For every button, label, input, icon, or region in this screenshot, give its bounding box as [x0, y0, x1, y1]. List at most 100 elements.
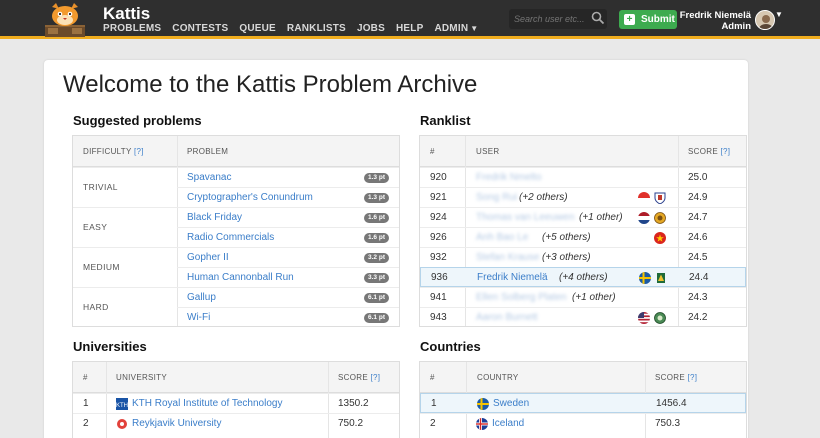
problem-row: Human Cannonball Run 3.3 pt — [177, 267, 399, 287]
user-link[interactable]: Stefan Krause — [476, 252, 539, 263]
search-icon[interactable] — [591, 11, 605, 25]
ranklist-row: 920 Fredrik Nmelto 25.0 — [420, 167, 746, 187]
difficulty-label: TRIVIAL — [83, 182, 118, 192]
col-score: SCORE [?] — [655, 373, 697, 382]
problem-row: Spavanac 1.3 pt — [177, 167, 399, 187]
university-seal-icon — [654, 212, 666, 224]
iceland-flag-icon — [476, 418, 488, 430]
ranklist-row: 926 Anh Bao Le (+5 others) 24.6 — [420, 227, 746, 247]
nav-ranklists[interactable]: RANKLISTS — [287, 23, 346, 34]
difficulty-group: EASY — [73, 207, 177, 247]
user-link[interactable]: Fredrik Nmelto — [476, 172, 542, 183]
problem-row: Wi-Fi 6.1 pt — [177, 307, 399, 326]
difficulty-label: HARD — [83, 302, 109, 312]
points-badge: 1.6 pt — [364, 213, 389, 223]
nav-queue[interactable]: QUEUE — [239, 23, 276, 34]
svg-text:KTH: KTH — [116, 403, 128, 409]
submit-button[interactable]: + Submit — [619, 10, 677, 29]
score-cell: 24.6 — [688, 232, 708, 243]
suggested-problems-heading: Suggested problems — [73, 113, 202, 128]
problem-row: Cryptographer's Conundrum 1.3 pt — [177, 187, 399, 207]
user-link[interactable]: Aaron Burnett — [476, 312, 538, 323]
col-score: SCORE [?] — [688, 147, 730, 156]
points-badge: 1.3 pt — [364, 193, 389, 203]
user-role: Admin — [721, 21, 751, 32]
help-link[interactable]: [?] — [370, 373, 380, 382]
points-badge: 3.2 pt — [364, 253, 389, 263]
netherlands-flag-icon — [638, 212, 650, 224]
problem-link[interactable]: Black Friday — [187, 212, 242, 223]
score-cell: 25.0 — [688, 172, 708, 183]
score-cell: 24.3 — [688, 292, 708, 303]
score-cell: 750.3 — [655, 418, 681, 429]
plus-icon: + — [624, 14, 635, 25]
table-header: # COUNTRY SCORE [?] — [420, 362, 746, 393]
difficulty-label: EASY — [83, 222, 108, 232]
help-link[interactable]: [?] — [720, 147, 730, 156]
help-link[interactable]: [?] — [134, 147, 144, 156]
user-name[interactable]: Fredrik Niemelä — [680, 11, 751, 21]
points-badge: 1.3 pt — [364, 173, 389, 183]
nav-problems[interactable]: PROBLEMS — [103, 23, 161, 34]
col-rank: # — [430, 373, 435, 382]
university-seal-icon — [654, 312, 666, 324]
nav-jobs[interactable]: JOBS — [357, 23, 385, 34]
others-count: (+1 other) — [579, 212, 623, 223]
col-university: UNIVERSITY — [116, 373, 168, 382]
ranklist-row: 941 Ellen Solberg Platen (+1 other) 24.3 — [420, 287, 746, 307]
problem-link[interactable]: Cryptographer's Conundrum — [187, 192, 313, 203]
nav-help[interactable]: HELP — [396, 23, 423, 34]
problem-link[interactable]: Spavanac — [187, 172, 231, 183]
nav-contests[interactable]: CONTESTS — [172, 23, 228, 34]
user-link[interactable]: Anh Bao Le — [476, 232, 528, 243]
problem-row: Black Friday 1.6 pt — [177, 207, 399, 227]
user-link[interactable]: Thomas van Leeuwen — [476, 212, 574, 223]
brand-name[interactable]: Kattis — [103, 4, 150, 24]
help-link[interactable]: [?] — [687, 373, 697, 382]
vietnam-flag-icon — [654, 232, 666, 244]
others-count: (+4 others) — [559, 272, 608, 283]
country-link[interactable]: Iceland — [492, 418, 524, 429]
sweden-flag-icon — [639, 272, 651, 284]
rank-cell: 936 — [431, 272, 448, 283]
difficulty-group: MEDIUM — [73, 247, 177, 287]
suggested-problems-table: DIFFICULTY [?] PROBLEM TRIVIAL Spavanac 1.… — [72, 135, 400, 327]
user-link[interactable]: Ellen Solberg Platen — [476, 292, 567, 303]
col-difficulty: DIFFICULTY [?] — [83, 147, 144, 156]
user-link[interactable]: Song Rui — [476, 192, 517, 203]
kattis-logo-icon[interactable] — [45, 3, 85, 37]
problem-link[interactable]: Wi-Fi — [187, 312, 210, 323]
rank-cell: 921 — [430, 192, 447, 203]
col-score-label: SCORE — [338, 373, 368, 382]
col-score: SCORE [?] — [338, 373, 380, 382]
points-badge: 6.1 pt — [364, 293, 389, 303]
difficulty-group: HARD — [73, 287, 177, 326]
user-menu-caret-icon[interactable]: ▼ — [775, 10, 783, 19]
university-link[interactable]: Reykjavik University — [132, 418, 221, 429]
user-link[interactable]: Fredrik Niemelä — [477, 272, 548, 283]
country-link[interactable]: Sweden — [493, 398, 529, 409]
difficulty-group: TRIVIAL — [73, 167, 177, 207]
chevron-down-icon: ▼ — [470, 24, 479, 33]
problem-link[interactable]: Gallup — [187, 292, 216, 303]
top-navbar: Kattis PROBLEMS CONTESTS QUEUE RANKLISTS… — [0, 0, 820, 39]
others-count: (+5 others) — [542, 232, 591, 243]
points-badge: 1.6 pt — [364, 233, 389, 243]
table-header: DIFFICULTY [?] PROBLEM — [73, 136, 399, 167]
problem-link[interactable]: Radio Commercials — [187, 232, 274, 243]
nav-admin[interactable]: ADMIN ▼ — [434, 23, 478, 34]
ranklist-row: 932 Stefan Krause (+3 others) 24.5 — [420, 247, 746, 267]
rank-cell: 1 — [83, 398, 89, 409]
kth-logo-icon: KTH — [116, 398, 128, 410]
avatar[interactable] — [755, 10, 775, 30]
rank-cell: 932 — [430, 252, 447, 263]
points-badge: 6.1 pt — [364, 313, 389, 323]
rank-cell: 941 — [430, 292, 447, 303]
col-rank: # — [430, 147, 435, 156]
problem-link[interactable]: Human Cannonball Run — [187, 272, 294, 283]
countries-heading: Countries — [420, 339, 481, 354]
problem-link[interactable]: Gopher II — [187, 252, 229, 263]
ranklist-heading: Ranklist — [420, 113, 471, 128]
university-link[interactable]: KTH Royal Institute of Technology — [132, 398, 282, 409]
university-logo-icon — [657, 273, 665, 283]
